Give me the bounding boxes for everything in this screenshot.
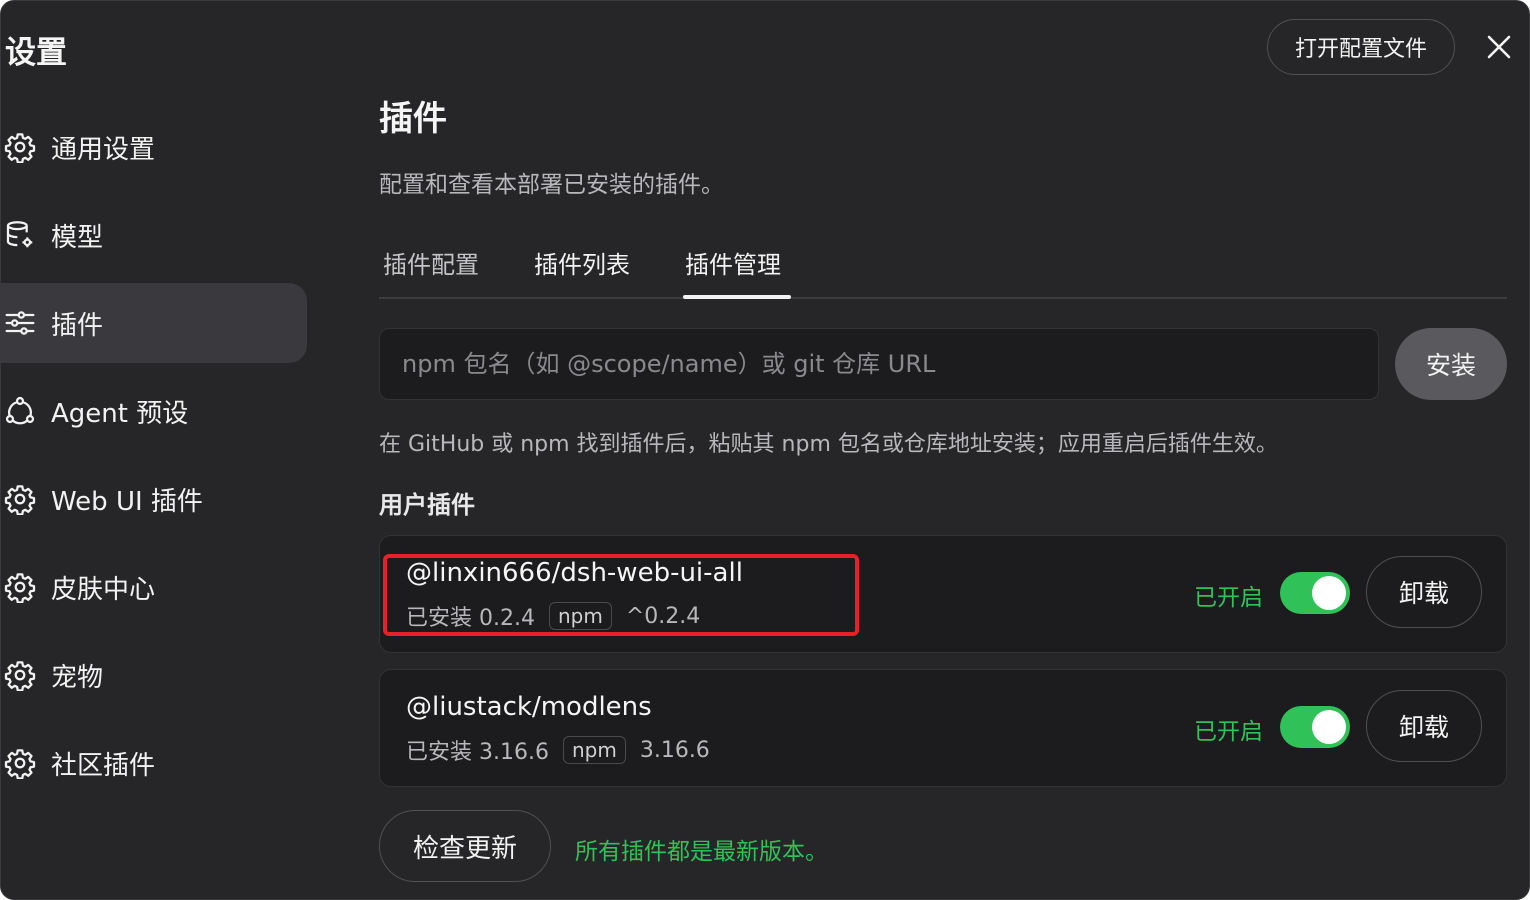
tab-plugin-management[interactable]: 插件管理 xyxy=(685,245,781,280)
plugin-card: @liustack/modlens 已安装 3.16.6 npm 3.16.6 … xyxy=(379,669,1507,787)
sidebar-item-label: 皮肤中心 xyxy=(51,574,156,605)
source-badge: npm xyxy=(548,602,612,630)
sidebar-item-skin-center[interactable]: 皮肤中心 xyxy=(1,547,307,627)
check-updates-button[interactable]: 检查更新 xyxy=(379,810,551,882)
version-spec: ^0.2.4 xyxy=(625,603,701,629)
source-badge: npm xyxy=(562,736,626,764)
sidebar-item-models[interactable]: 模型 xyxy=(1,195,307,275)
plugin-meta: 已安装 0.2.4 npm ^0.2.4 xyxy=(406,600,700,632)
database-icon xyxy=(3,218,37,252)
sidebar-item-agent-presets[interactable]: Agent 预设 xyxy=(1,371,307,451)
enable-toggle[interactable] xyxy=(1280,572,1350,614)
gear-icon xyxy=(3,746,37,780)
update-status-text: 所有插件都是最新版本。 xyxy=(575,839,828,865)
agent-nodes-icon xyxy=(3,394,37,428)
sidebar-item-label: 社区插件 xyxy=(51,750,156,781)
sidebar-item-general[interactable]: 通用设置 xyxy=(1,107,307,187)
sidebar-item-label: 模型 xyxy=(51,222,104,253)
sidebar-item-label: Web UI 插件 xyxy=(51,486,203,517)
install-hint: 在 GitHub 或 npm 找到插件后，粘贴其 npm 包名或仓库地址安装；应… xyxy=(379,432,1278,457)
plugin-source-input[interactable] xyxy=(379,328,1379,400)
gear-icon xyxy=(3,482,37,516)
plugin-name: @liustack/modlens xyxy=(406,692,652,722)
sidebar-item-label: 插件 xyxy=(51,310,104,341)
settings-window: 设置 打开配置文件 通用设置 模型 插件 Agent 预设 Web UI 插件 … xyxy=(0,0,1530,900)
tab-plugin-config[interactable]: 插件配置 xyxy=(383,245,479,280)
toggle-knob xyxy=(1312,710,1346,744)
sidebar-item-label: Agent 预设 xyxy=(51,398,189,429)
close-button[interactable] xyxy=(1479,27,1519,67)
tab-bar: 插件配置 插件列表 插件管理 xyxy=(379,237,1507,299)
sidebar-item-community-plugins[interactable]: 社区插件 xyxy=(1,723,307,803)
sidebar-item-webui-plugins[interactable]: Web UI 插件 xyxy=(1,459,307,539)
status-label: 已开启 xyxy=(1194,719,1263,745)
tab-plugin-list[interactable]: 插件列表 xyxy=(534,245,630,280)
plugin-meta: 已安装 3.16.6 npm 3.16.6 xyxy=(406,734,710,766)
sidebar-item-label: 宠物 xyxy=(51,662,104,693)
plugin-name: @linxin666/dsh-web-ui-all xyxy=(406,558,743,588)
installed-version: 已安装 0.2.4 xyxy=(406,606,535,631)
install-button[interactable]: 安装 xyxy=(1395,328,1507,400)
installed-version: 已安装 3.16.6 xyxy=(406,740,549,765)
gear-icon xyxy=(3,130,37,164)
page-title: 插件 xyxy=(379,99,447,139)
sidebar-item-pets[interactable]: 宠物 xyxy=(1,635,307,715)
sidebar-item-plugins[interactable]: 插件 xyxy=(1,283,307,363)
version-spec: 3.16.6 xyxy=(639,737,710,763)
gear-icon xyxy=(3,570,37,604)
uninstall-button[interactable]: 卸载 xyxy=(1366,556,1482,628)
window-title: 设置 xyxy=(5,35,67,71)
status-label: 已开启 xyxy=(1194,585,1263,611)
open-config-file-button[interactable]: 打开配置文件 xyxy=(1267,19,1455,75)
page-description: 配置和查看本部署已安装的插件。 xyxy=(379,172,724,198)
uninstall-button[interactable]: 卸载 xyxy=(1366,690,1482,762)
close-icon xyxy=(1487,35,1511,59)
toggle-knob xyxy=(1312,576,1346,610)
user-plugins-title: 用户插件 xyxy=(379,491,475,519)
active-tab-indicator xyxy=(683,295,791,299)
enable-toggle[interactable] xyxy=(1280,706,1350,748)
sliders-icon xyxy=(3,306,37,340)
sidebar-item-label: 通用设置 xyxy=(51,134,156,165)
plugin-card: @linxin666/dsh-web-ui-all 已安装 0.2.4 npm … xyxy=(379,535,1507,653)
gear-icon xyxy=(3,658,37,692)
